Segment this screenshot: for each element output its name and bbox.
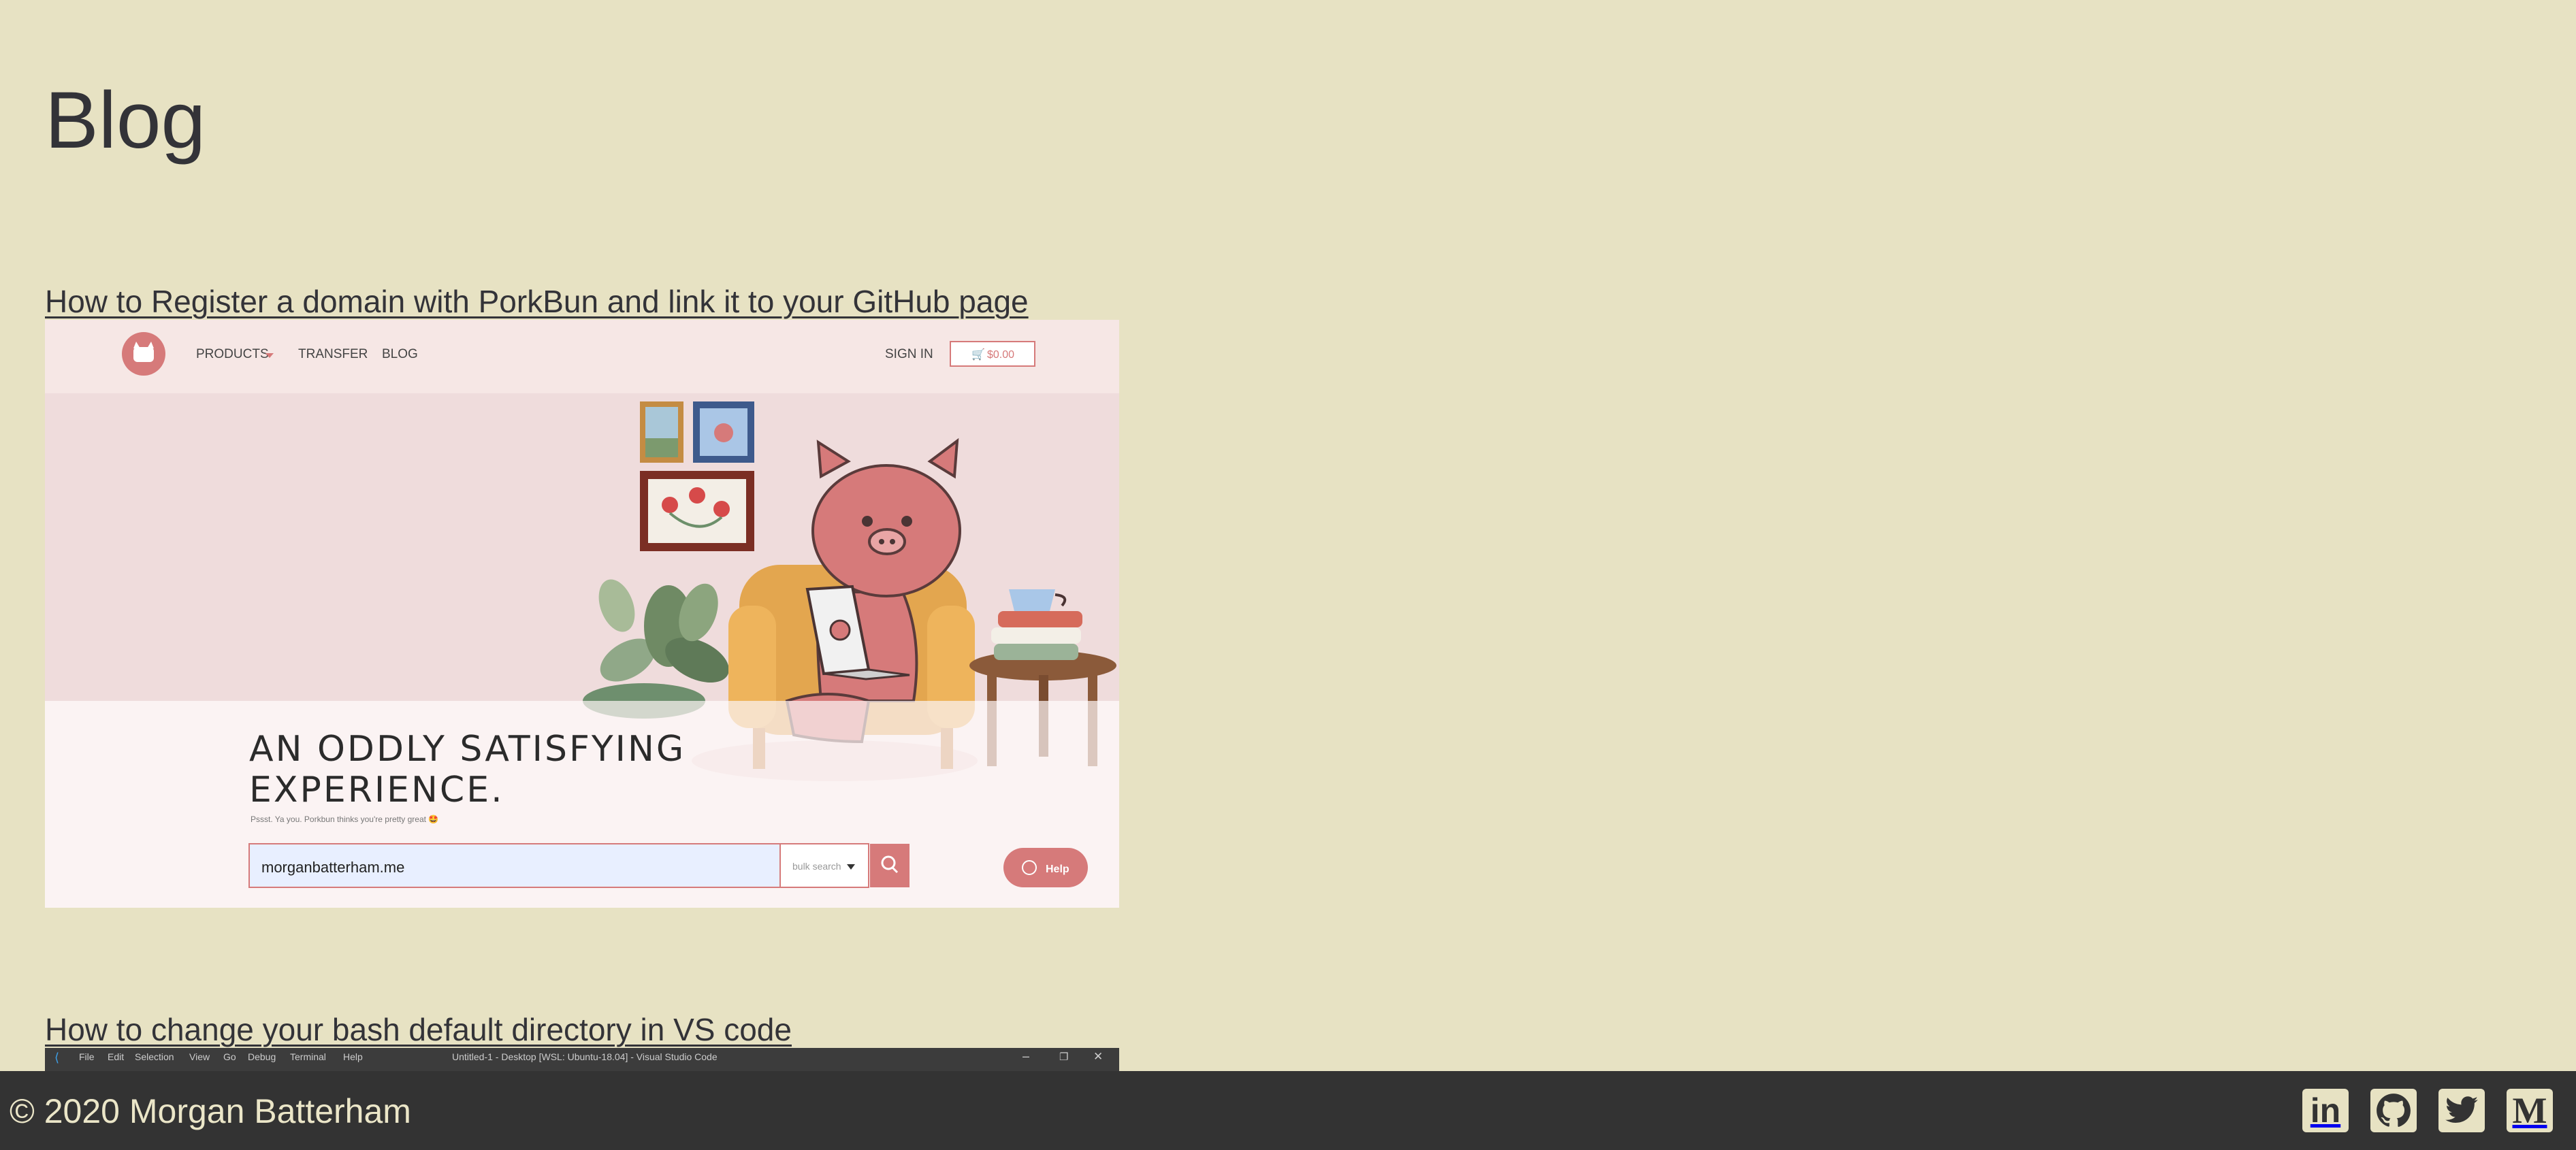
- porkbun-headline-2: EXPERIENCE.: [249, 770, 504, 810]
- vscode-menu-edit: Edit: [108, 1051, 125, 1062]
- help-label: Help: [1046, 864, 1069, 875]
- restore-icon: ❐: [1059, 1051, 1069, 1063]
- nav-sign-in: SIGN IN: [885, 347, 933, 361]
- vscode-menu-terminal: Terminal: [290, 1051, 326, 1062]
- porkbun-logo-icon: [122, 332, 165, 376]
- porkbun-search-value: morganbatterham.me: [261, 859, 404, 876]
- porkbun-search-button: [870, 844, 909, 887]
- vscode-menu-selection: Selection: [135, 1051, 174, 1062]
- porkbun-headline-1: AN ODDLY SATISFYING: [249, 729, 686, 770]
- nav-cart: $0.00: [987, 349, 1014, 361]
- nav-transfer: TRANSFER: [298, 347, 368, 361]
- post-image-porkbun[interactable]: PRODUCTS TRANSFER BLOG SIGN IN 🛒 $0.00 A…: [45, 320, 1119, 908]
- picture-frames: [640, 401, 754, 551]
- nav-products: PRODUCTS: [196, 347, 269, 361]
- medium-icon[interactable]: M: [2507, 1089, 2553, 1132]
- vscode-menu-file: File: [79, 1051, 95, 1062]
- porkbun-subtext: Pssst. Ya you. Porkbun thinks you're pre…: [251, 815, 438, 824]
- copyright-text: © 2020 Morgan Batterham: [10, 1092, 411, 1130]
- page-title: Blog: [45, 76, 206, 165]
- vscode-logo-icon: ⟨: [54, 1051, 60, 1065]
- vscode-menu-view: View: [189, 1051, 210, 1062]
- vscode-menu-debug: Debug: [248, 1051, 276, 1062]
- bulk-search-label: bulk search: [792, 861, 841, 872]
- close-icon: ✕: [1093, 1050, 1104, 1063]
- vscode-window-title: Untitled-1 - Desktop [WSL: Ubuntu-18.04]…: [452, 1051, 718, 1062]
- vscode-menu-help: Help: [343, 1051, 363, 1062]
- github-icon[interactable]: [2370, 1089, 2417, 1132]
- nav-blog: BLOG: [382, 347, 418, 361]
- twitter-icon[interactable]: [2438, 1089, 2485, 1132]
- linkedin-icon[interactable]: in: [2302, 1089, 2349, 1132]
- vscode-menu-go: Go: [223, 1051, 236, 1062]
- cart-icon: 🛒: [971, 348, 985, 361]
- post-link-vscode[interactable]: How to change your bash default director…: [45, 1014, 792, 1045]
- post-image-vscode[interactable]: ⟨ File Edit Selection View Go Debug Term…: [45, 1048, 1119, 1071]
- minimize-icon: –: [1023, 1049, 1030, 1063]
- footer: © 2020 Morgan Batterham in M: [0, 1071, 2576, 1150]
- post-link-porkbun[interactable]: How to Register a domain with PorkBun an…: [45, 286, 1029, 317]
